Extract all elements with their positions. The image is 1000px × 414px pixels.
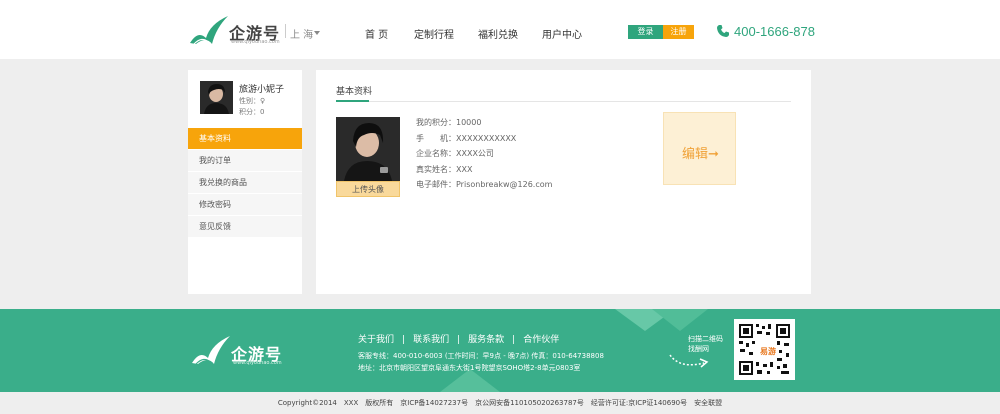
sidebar-menu: 基本资料 我的订单 我兑换的商品 修改密码 意见反馈 [188, 128, 302, 238]
logo-subtitle: www.qiyouhao.com [231, 39, 280, 45]
profile-avatar [336, 117, 400, 181]
register-button[interactable]: 注册 [663, 25, 694, 39]
profile-info: 我的积分：10000 手 机：XXXXXXXXXXX 企业名称：XXXX公司 真… [416, 115, 552, 193]
footer-service-line: 客服专线：400-010-6003 (工作时间：早9点 - 晚7点) 传真：01… [358, 352, 604, 360]
footer-link-terms[interactable]: 服务条款 [468, 335, 504, 345]
avatar-image [336, 117, 400, 181]
footer-logo-subtitle: www.qiyouhao.com [233, 360, 282, 366]
logo-icon [190, 16, 228, 45]
footer-link-separator: | [512, 335, 516, 345]
site-logo[interactable]: 企游号 www.qiyouhao.com [188, 14, 283, 46]
chevron-down-icon[interactable] [314, 31, 320, 35]
user-name: 旅游小妮子 [239, 85, 285, 95]
nav-custom-itinerary[interactable]: 定制行程 [414, 26, 454, 41]
info-company: 企业名称：XXXX公司 [416, 149, 494, 158]
sidebar-item-change-password[interactable]: 修改密码 [188, 194, 302, 215]
sidebar-item-profile[interactable]: 基本资料 [188, 128, 302, 149]
avatar [200, 81, 233, 114]
user-gender: 性别：♀ [239, 97, 266, 105]
footer-link-separator: | [402, 335, 406, 345]
footer-link-contact[interactable]: 联系我们 [413, 335, 449, 345]
profile-panel: 基本资料 上传头像 我的积分：10000 手 机：XXXXXXXXXXX 企业名… [316, 70, 811, 294]
footer-link-separator: | [457, 335, 461, 345]
nav-benefits-exchange[interactable]: 福利兑换 [478, 26, 518, 41]
tab-active-indicator [336, 100, 369, 102]
qr-caption-line: 扫描二维码 [688, 335, 723, 343]
sidebar-item-orders[interactable]: 我的订单 [188, 150, 302, 171]
info-email: 电子邮件：Prisonbreakw@126.com [416, 180, 553, 189]
edit-profile-button[interactable]: 编辑➞ [663, 112, 736, 185]
avatar-image [200, 81, 233, 114]
city-divider [285, 24, 286, 38]
sidebar-item-redeemed-goods[interactable]: 我兑换的商品 [188, 172, 302, 193]
user-points: 积分：0 [239, 108, 265, 116]
sidebar-item-feedback[interactable]: 意见反馈 [188, 216, 302, 237]
footer-address-line: 地址：北京市朝阳区望京阜通东大街1号院望京SOHO塔2-8单元0803室 [358, 364, 581, 372]
footer-link-partners[interactable]: 合作伙伴 [523, 335, 559, 345]
footer-logo[interactable]: 企游号 www.qiyouhao.com [190, 334, 285, 366]
site-header: 企游号 www.qiyouhao.com 上 海 首 页 定制行程 福利兑换 用… [0, 0, 1000, 59]
copyright-bar: Copyright©2014 XXX 版权所有 京ICP备14027237号 京… [0, 392, 1000, 414]
nav-user-center[interactable]: 用户中心 [542, 26, 582, 41]
nav-home[interactable]: 首 页 [365, 26, 388, 41]
hotline-number: 400-1666-878 [734, 24, 815, 39]
tab-divider [336, 101, 791, 102]
info-phone: 手 机：XXXXXXXXXXX [416, 133, 517, 143]
user-sidebar: 旅游小妮子 性别：♀ 积分：0 基本资料 我的订单 我兑换的商品 修改密码 意见… [188, 70, 302, 294]
logo-icon [192, 336, 230, 365]
city-selector[interactable]: 上 海 [290, 26, 313, 41]
qr-center-label: 易游 [760, 347, 776, 356]
info-real-name: 真实姓名：XXX [416, 164, 473, 174]
curved-arrow-icon [669, 354, 709, 368]
upload-avatar-button[interactable]: 上传头像 [336, 181, 400, 197]
info-points: 我的积分：10000 [416, 118, 482, 127]
site-footer: 企游号 www.qiyouhao.com 关于我们 | 联系我们 | 服务条款 | 合作伙伴… [0, 309, 1000, 392]
phone-icon [717, 25, 729, 37]
qr-code: 易游 [734, 319, 795, 380]
footer-decoration [652, 309, 708, 331]
footer-links: 关于我们 | 联系我们 | 服务条款 | 合作伙伴 [358, 332, 559, 345]
edit-label: 编辑➞ [682, 147, 719, 162]
login-button[interactable]: 登录 [628, 25, 663, 39]
tab-basic-info[interactable]: 基本资料 [336, 84, 372, 97]
footer-link-about[interactable]: 关于我们 [358, 335, 394, 345]
